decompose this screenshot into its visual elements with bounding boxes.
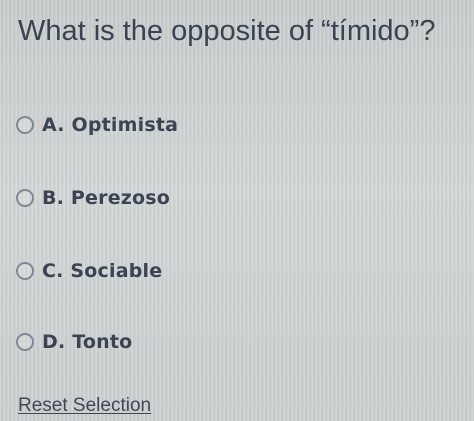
reset-selection-link[interactable]: Reset Selection bbox=[18, 394, 151, 418]
option-d[interactable]: D. Tonto bbox=[16, 327, 132, 357]
radio-button-b[interactable] bbox=[16, 189, 34, 207]
option-a-label: A. Optimista bbox=[42, 114, 179, 136]
question-text: What is the opposite of “tímido”? bbox=[18, 15, 436, 47]
radio-button-c[interactable] bbox=[16, 262, 34, 280]
quiz-question-panel: What is the opposite of “tímido”? A. Opt… bbox=[0, 0, 474, 421]
option-d-label: D. Tonto bbox=[42, 331, 133, 353]
option-b-label: B. Perezoso bbox=[42, 187, 171, 209]
radio-button-a[interactable] bbox=[16, 116, 34, 134]
option-c[interactable]: C. Sociable bbox=[16, 256, 162, 286]
option-a[interactable]: A. Optimista bbox=[16, 110, 178, 140]
option-c-label: C. Sociable bbox=[42, 260, 163, 282]
option-b[interactable]: B. Perezoso bbox=[16, 183, 170, 213]
radio-button-d[interactable] bbox=[16, 333, 34, 351]
